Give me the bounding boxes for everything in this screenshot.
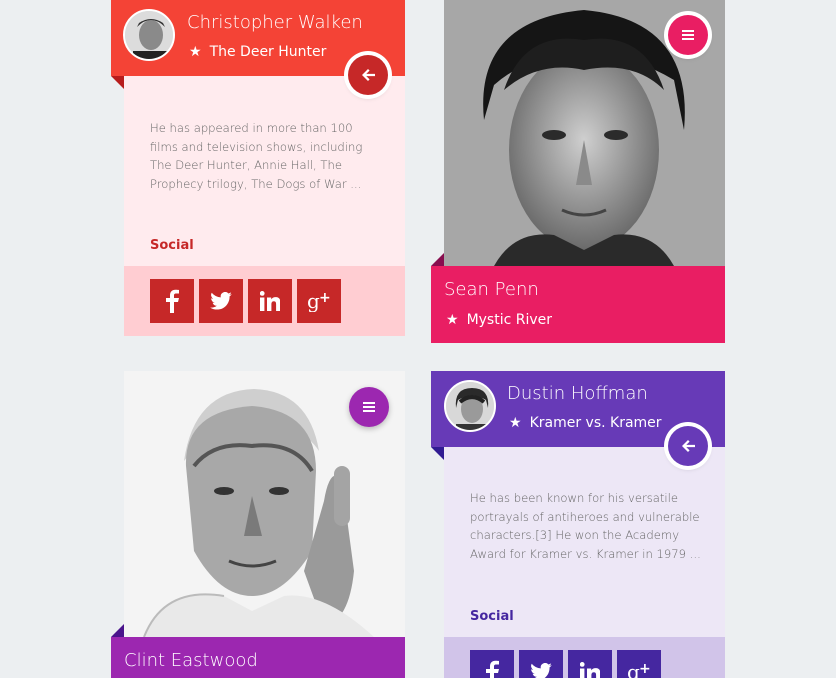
header-fold [111, 76, 124, 89]
header-fold [431, 447, 444, 460]
social-label: Social [150, 238, 194, 253]
menu-button[interactable] [668, 15, 708, 55]
menu-icon [363, 402, 375, 412]
actor-name: Christopher Walken [187, 12, 363, 33]
back-button[interactable] [348, 55, 388, 95]
google-plus-icon[interactable]: g + [297, 279, 341, 323]
actor-description: He has been known for his versatile port… [470, 491, 701, 561]
social-label: Social [470, 609, 514, 624]
actor-name: Dustin Hoffman [507, 383, 648, 404]
twitter-icon[interactable] [519, 650, 563, 678]
movie-label: Mystic River [466, 312, 553, 328]
facebook-icon[interactable] [150, 279, 194, 323]
movie-title: ★ The Deer Hunter [189, 44, 326, 60]
google-plus-icon[interactable]: g + [617, 650, 661, 678]
star-icon: ★ [509, 415, 522, 431]
menu-button[interactable] [349, 387, 389, 427]
svg-text:+: + [639, 661, 651, 677]
linkedin-icon[interactable] [568, 650, 612, 678]
arrow-left-icon [681, 440, 695, 452]
arrow-left-icon [361, 69, 375, 81]
svg-text:+: + [319, 290, 331, 306]
star-icon: ★ [446, 312, 459, 328]
star-icon: ★ [189, 44, 202, 60]
header-fold [431, 253, 444, 266]
header-fold [111, 624, 124, 637]
card-footer: g + [124, 266, 405, 336]
movie-label: Kramer vs. Kramer [529, 415, 662, 431]
facebook-icon[interactable] [470, 650, 514, 678]
actor-description: He has appeared in more than 100 films a… [150, 121, 363, 191]
card-header: Clint Eastwood [111, 637, 405, 678]
card-footer: g + [444, 637, 725, 678]
back-button[interactable] [668, 426, 708, 466]
card-header: Sean Penn ★ Mystic River [431, 266, 725, 343]
avatar [123, 9, 175, 61]
movie-title: ★ Mystic River [446, 312, 552, 328]
linkedin-icon[interactable] [248, 279, 292, 323]
actor-name: Sean Penn [444, 279, 539, 300]
avatar [444, 380, 496, 432]
social-icons: g + [470, 650, 661, 678]
social-icons: g + [150, 279, 341, 323]
card-body: He has been known for his versatile port… [444, 447, 725, 637]
card-body: He has appeared in more than 100 films a… [124, 76, 405, 266]
menu-icon [682, 30, 694, 40]
movie-label: The Deer Hunter [209, 44, 327, 60]
actor-name: Clint Eastwood [124, 650, 258, 671]
twitter-icon[interactable] [199, 279, 243, 323]
movie-title: ★ Kramer vs. Kramer [509, 415, 662, 431]
